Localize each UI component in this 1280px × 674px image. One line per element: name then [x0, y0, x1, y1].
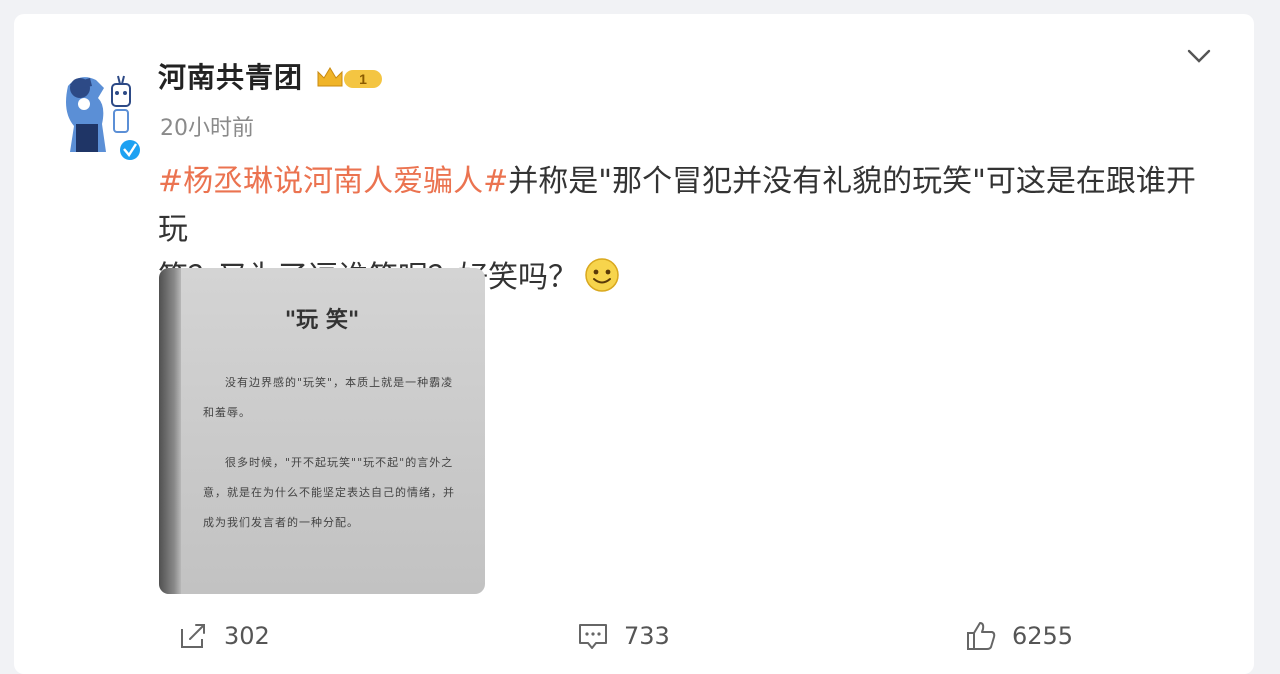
like-button[interactable]: 6255 — [964, 614, 1073, 658]
repost-icon — [181, 624, 205, 648]
comment-count: 733 — [624, 622, 670, 650]
action-bar: 302 733 6255 — [14, 614, 1254, 658]
repost-button[interactable]: 302 — [176, 614, 270, 658]
comment-icon — [579, 624, 607, 649]
crown-level-icon[interactable]: 1 — [314, 64, 386, 92]
verified-icon — [120, 140, 140, 160]
comment-button[interactable]: 733 — [576, 614, 670, 658]
photo-doc-paragraph-1: 没有边界感的"玩笑"，本质上就是一种霸凌和羞辱。 — [203, 376, 454, 419]
post-card: 河南共青团 1 20小时前 #杨丞琳说河南人爱骗人#并称是"那个冒犯并没有礼貌的… — [14, 14, 1254, 674]
level-number: 1 — [359, 71, 367, 87]
repost-count: 302 — [224, 622, 270, 650]
thumbs-up-icon — [967, 622, 996, 650]
photo-doc-title: "玩 笑" — [284, 307, 360, 333]
like-count: 6255 — [1012, 622, 1074, 650]
topic-link[interactable]: #杨丞琳说河南人爱骗人# — [158, 164, 508, 199]
photo-doc-paragraph-2: 很多时候，"开不起玩笑""玩不起"的言外之意，就是在为什么不能坚定表达自己的情绪… — [203, 456, 455, 529]
avatar[interactable] — [50, 66, 142, 162]
smile-emoji-icon — [585, 258, 619, 292]
chevron-down-icon[interactable] — [1184, 44, 1214, 68]
post-image[interactable]: "玩 笑" 没有边界感的"玩笑"，本质上就是一种霸凌和羞辱。 很多时候，"开不起… — [159, 268, 485, 594]
author-name[interactable]: 河南共青团 — [158, 56, 303, 96]
post-time[interactable]: 20小时前 — [160, 110, 254, 142]
